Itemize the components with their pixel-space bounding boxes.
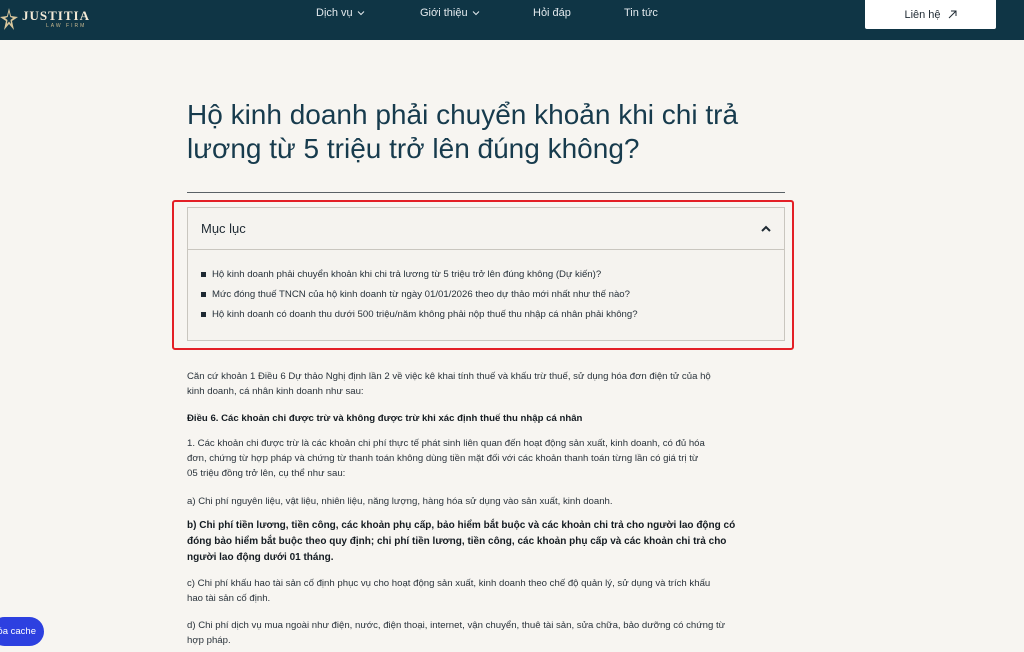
toc-list: Hộ kinh doanh phải chuyển khoản khi chi … [188,250,784,324]
text-line: 05 triệu đồng trở lên, cụ thể như sau: [187,468,346,479]
square-bullet-icon [201,271,206,277]
clear-cache-label: Xóa cache [0,626,36,637]
text-line: người lao động dưới 01 tháng. [187,552,334,563]
nav-hoi-dap[interactable]: Hỏi đáp [533,7,571,19]
article-paragraph: 1. Các khoản chi được trừ là các khoản c… [187,436,787,481]
table-of-contents: Mục lục Hộ kinh doanh phải chuyển khoản … [187,207,785,341]
title-line: Hộ kinh doanh phải chuyển khoản khi chi … [187,99,739,130]
text-line: đóng bảo hiểm bắt buộc theo quy định; ch… [187,536,727,547]
toc-item-label: Mức đóng thuế TNCN của hộ kinh doanh từ … [212,288,630,300]
toc-header[interactable]: Mục lục [188,208,784,250]
toc-item-label: Hộ kinh doanh có doanh thu dưới 500 triệ… [212,308,638,320]
toc-item-label: Hộ kinh doanh phải chuyển khoản khi chi … [212,268,602,280]
article-paragraph: c) Chi phí khấu hao tài sản cố định phục… [187,576,787,606]
nav-label: Dịch vụ [316,7,353,19]
toc-item[interactable]: Hộ kinh doanh có doanh thu dưới 500 triệ… [201,304,784,324]
nav-dich-vu[interactable]: Dịch vụ [316,7,365,19]
text-line: d) Chi phí dịch vụ mua ngoài như điện, n… [187,620,726,631]
star-logo-icon [0,8,18,30]
site-logo[interactable]: JUSTITIA LAW FIRM [0,4,90,34]
text-line: b) Chi phí tiền lương, tiền công, các kh… [187,520,736,531]
article-paragraph: d) Chi phí dịch vụ mua ngoài như điện, n… [187,618,787,648]
nav-label: Tin tức [624,7,658,19]
text-line: hợp pháp. [187,635,231,646]
chevron-down-icon [357,11,365,16]
article-emphasis: b) Chi phí tiền lương, tiền công, các kh… [187,518,787,566]
nav-label: Hỏi đáp [533,7,571,19]
text-line: đơn, chứng từ hợp pháp và chứng từ thanh… [187,453,699,464]
chevron-down-icon [472,11,479,16]
article-paragraph: a) Chi phí nguyên liệu, vật liệu, nhiên … [187,496,613,507]
nav-gioi-thieu[interactable]: Giới thiệu [420,7,480,19]
contact-label: Liên hệ [904,8,941,21]
nav-label: Giới thiệu [420,7,468,19]
square-bullet-icon [201,311,206,317]
site-header: JUSTITIA LAW FIRM Dịch vụ Giới thiệu Hỏi… [0,0,1024,40]
text-line: kinh doanh, cá nhân kinh doanh như sau: [187,386,364,397]
text-line: hao tài sản cố định. [187,593,271,604]
title-divider [187,192,785,193]
logo-tagline: LAW FIRM [46,23,87,29]
title-line: lương từ 5 triệu trở lên đúng không? [187,133,640,164]
clear-cache-button[interactable]: Xóa cache [0,617,44,646]
page-title: Hộ kinh doanh phải chuyển khoản khi chi … [187,98,787,166]
nav-tin-tuc[interactable]: Tin tức [624,7,658,19]
chevron-up-icon[interactable] [760,223,772,235]
toc-item[interactable]: Hộ kinh doanh phải chuyển khoản khi chi … [201,264,784,284]
logo-wordmark: JUSTITIA [22,8,90,23]
toc-title: Mục lục [201,221,246,236]
article-heading: Điều 6. Các khoản chi được trừ và không … [187,413,583,424]
contact-button[interactable]: Liên hệ [865,0,996,29]
text-line: 1. Các khoản chi được trừ là các khoản c… [187,438,705,449]
text-line: Căn cứ khoản 1 Điều 6 Dự thảo Nghị định … [187,371,711,382]
article-paragraph: Căn cứ khoản 1 Điều 6 Dự thảo Nghị định … [187,369,787,399]
arrow-up-right-icon [948,10,957,19]
text-line: c) Chi phí khấu hao tài sản cố định phục… [187,578,711,589]
square-bullet-icon [201,291,206,297]
toc-item[interactable]: Mức đóng thuế TNCN của hộ kinh doanh từ … [201,284,784,304]
